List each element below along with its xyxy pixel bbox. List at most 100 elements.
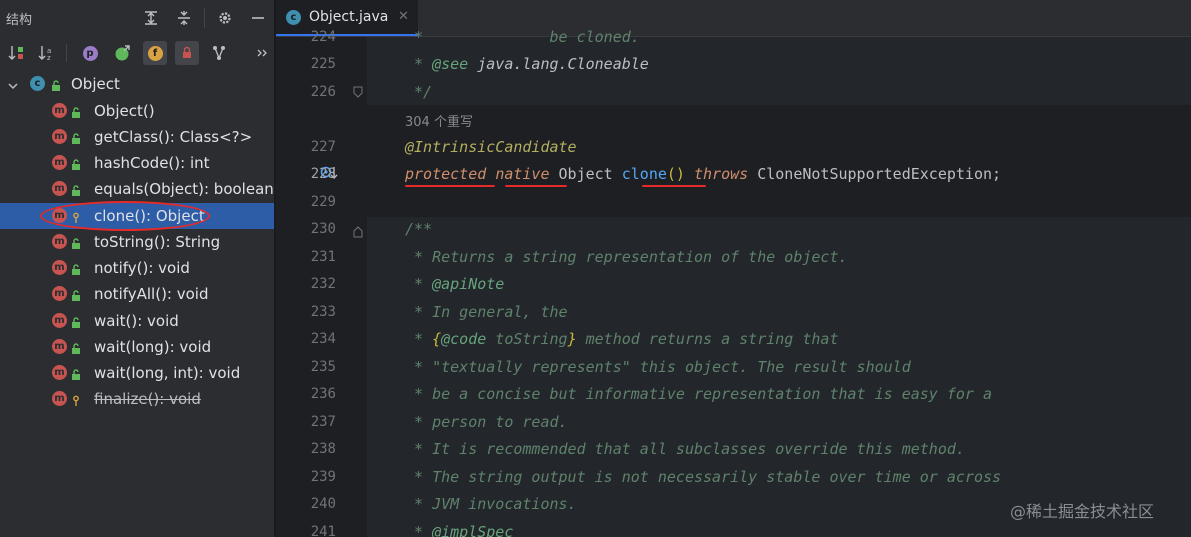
method-icon: m bbox=[52, 234, 67, 249]
tree-node-method[interactable]: m toString(): String bbox=[0, 229, 274, 255]
method-label: wait(long): void bbox=[94, 338, 212, 356]
code-line: protected native Object clone() throws C… bbox=[405, 165, 1001, 183]
code-line: * @apiNote bbox=[405, 275, 504, 293]
method-icon: m bbox=[52, 181, 67, 196]
doc-reference: java.lang.Cloneable bbox=[468, 55, 649, 73]
keyword-native: native bbox=[495, 165, 550, 183]
gear-icon[interactable] bbox=[215, 8, 235, 28]
method-name: clone bbox=[621, 165, 667, 183]
public-visibility-icon bbox=[71, 156, 81, 175]
show-inherited-icon[interactable] bbox=[111, 41, 135, 65]
method-icon: m bbox=[52, 286, 67, 301]
line-number: 231 bbox=[310, 249, 336, 265]
code-line: * JVM invocations. bbox=[405, 495, 577, 513]
annotation-underline bbox=[405, 185, 495, 187]
method-label: notify(): void bbox=[94, 259, 190, 277]
inline-tag-brace: { bbox=[432, 330, 442, 348]
tree-node-method[interactable]: m equals(Object): boolean bbox=[0, 176, 274, 202]
inline-tag-brace: } bbox=[567, 330, 577, 348]
show-fields-icon[interactable]: f bbox=[143, 41, 167, 65]
class-icon: c bbox=[30, 76, 45, 91]
tree-node-method[interactable]: m notify(): void bbox=[0, 255, 274, 281]
structure-panel: 结构 az p f c Object m Object() m getClass… bbox=[0, 0, 274, 537]
tree-node-method[interactable]: m wait(long, int): void bbox=[0, 360, 274, 386]
overrides-inlay-hint[interactable]: 304 个重写 bbox=[405, 111, 473, 130]
structure-header: 结构 bbox=[0, 0, 274, 35]
method-label: toString(): String bbox=[94, 233, 221, 251]
fold-end-icon[interactable] bbox=[353, 84, 363, 102]
line-number: 240 bbox=[310, 496, 336, 512]
minimize-icon[interactable] bbox=[248, 8, 268, 28]
structure-title: 结构 bbox=[6, 13, 33, 28]
tree-node-method[interactable]: m notifyAll(): void bbox=[0, 281, 274, 307]
code-line: * {@code toString} method returns a stri… bbox=[405, 330, 839, 348]
keyword-throws: throws bbox=[694, 165, 749, 183]
line-number: 230 bbox=[310, 221, 336, 237]
doc-tag: @apiNote bbox=[432, 275, 505, 293]
line-number: 234 bbox=[310, 331, 336, 347]
collapse-all-icon[interactable] bbox=[174, 8, 194, 28]
method-icon: m bbox=[52, 339, 67, 354]
code-line: * be a concise but informative represent… bbox=[405, 385, 992, 403]
code-line: /** bbox=[405, 220, 433, 238]
public-visibility-icon bbox=[71, 261, 81, 280]
tree-node-method[interactable]: m wait(long): void bbox=[0, 334, 274, 360]
method-label: equals(Object): boolean bbox=[94, 180, 274, 198]
code-line: * be cloned. bbox=[405, 28, 640, 46]
tree-node-method[interactable]: m hashCode(): int bbox=[0, 150, 274, 176]
code-editor: c Object.java ✕ 224 * be cloned. 225 * @… bbox=[276, 0, 1191, 537]
doc-tag: @implSpec bbox=[432, 523, 514, 537]
code-line: */ bbox=[405, 83, 433, 101]
code-line: * In general, the bbox=[405, 303, 568, 321]
method-label: finalize(): void bbox=[94, 390, 201, 408]
code-line: * Returns a string representation of the… bbox=[405, 248, 848, 266]
code-line: * "textually represents" this object. Th… bbox=[405, 358, 911, 376]
tree-node-method[interactable]: m wait(): void bbox=[0, 308, 274, 334]
show-lambdas-icon[interactable] bbox=[207, 41, 231, 65]
line-number: 226 bbox=[310, 84, 336, 100]
method-icon: m bbox=[52, 155, 67, 170]
public-visibility-icon bbox=[71, 130, 81, 149]
fold-start-icon[interactable] bbox=[353, 224, 363, 242]
tree-node-method-deprecated[interactable]: m finalize(): void bbox=[0, 386, 274, 412]
line-number: 233 bbox=[310, 304, 336, 320]
expand-all-icon[interactable] bbox=[141, 8, 161, 28]
semicolon: ; bbox=[992, 165, 1002, 183]
tree-node-root[interactable]: c Object bbox=[0, 71, 274, 97]
protected-visibility-icon bbox=[71, 392, 81, 411]
method-label: notifyAll(): void bbox=[94, 285, 209, 303]
ide-window: 结构 az p f c Object m Object() m getClass… bbox=[0, 0, 1191, 537]
public-visibility-icon bbox=[71, 340, 81, 359]
keyword-protected: protected bbox=[405, 165, 487, 183]
tree-node-method[interactable]: m getClass(): Class<?> bbox=[0, 124, 274, 150]
public-visibility-icon bbox=[71, 287, 81, 306]
doc-tag: @see bbox=[432, 55, 469, 73]
toolbar-divider bbox=[66, 44, 67, 62]
line-number: 237 bbox=[310, 414, 336, 430]
comment-star: * bbox=[405, 275, 433, 293]
line-number: 227 bbox=[310, 139, 336, 155]
svg-text:z: z bbox=[47, 54, 51, 62]
chevron-more-icon[interactable] bbox=[250, 41, 274, 65]
method-icon: m bbox=[52, 313, 67, 328]
sort-alphabetically-icon[interactable]: az bbox=[35, 41, 59, 65]
public-visibility-icon bbox=[71, 182, 81, 201]
close-icon[interactable]: ✕ bbox=[398, 9, 409, 24]
code-line: * It is recommended that all subclasses … bbox=[405, 440, 965, 458]
tree-node-method[interactable]: m Object() bbox=[0, 98, 274, 124]
method-icon: m bbox=[52, 260, 67, 275]
sort-by-visibility-icon[interactable] bbox=[5, 41, 29, 65]
java-class-icon: c bbox=[286, 10, 301, 25]
show-non-public-lock-icon[interactable] bbox=[175, 41, 199, 65]
comment-text: method returns a string that bbox=[576, 330, 839, 348]
line-number: 236 bbox=[310, 386, 336, 402]
public-visibility-icon bbox=[71, 104, 81, 123]
comment-text: be cloned. bbox=[432, 28, 640, 46]
line-number: 241 bbox=[310, 524, 336, 537]
code-area[interactable]: 224 * be cloned. 225 * @see java.lang.Cl… bbox=[276, 28, 1191, 537]
show-properties-icon[interactable]: p bbox=[78, 41, 102, 65]
chevron-down-icon[interactable] bbox=[7, 77, 19, 96]
inline-code: toString bbox=[486, 330, 568, 348]
exception-type: CloneNotSupportedException bbox=[757, 165, 993, 183]
line-number: 235 bbox=[310, 359, 336, 375]
